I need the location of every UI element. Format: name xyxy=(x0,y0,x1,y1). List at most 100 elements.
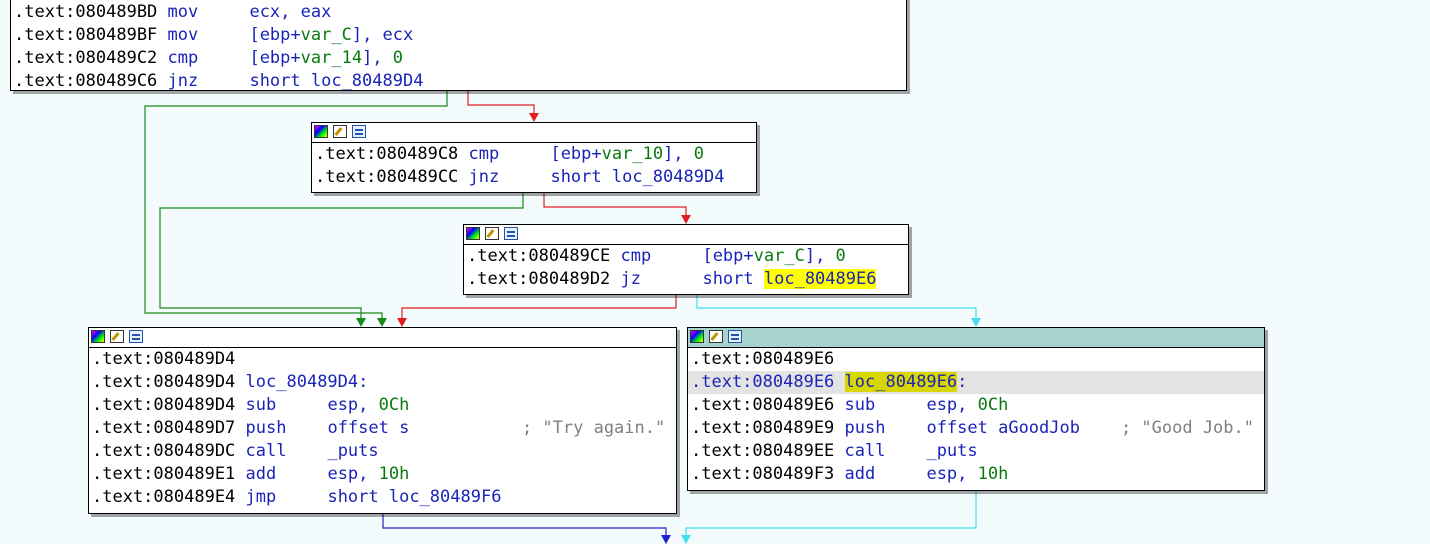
mnemonic[interactable]: jmp xyxy=(246,487,277,507)
mnemonic[interactable]: call xyxy=(845,441,886,461)
asm-line[interactable]: .text:080489E1 add esp, 10h xyxy=(89,463,676,486)
address[interactable]: .text:080489E6 xyxy=(691,349,834,369)
block-080489C8[interactable]: .text:080489C8 cmp [ebp+var_10], 0 .text:… xyxy=(311,122,757,193)
operand[interactable]: short loc_80489D4 xyxy=(249,71,423,91)
asm-line[interactable]: .text:080489D4 xyxy=(89,348,676,371)
mnemonic[interactable]: push xyxy=(246,418,287,438)
mnemonic[interactable]: mov xyxy=(168,2,199,22)
operand[interactable]: [ebp+ xyxy=(550,144,601,164)
operand[interactable]: esp, xyxy=(327,395,378,415)
operand[interactable]: ecx, eax xyxy=(249,2,331,22)
operand-var[interactable]: var_C xyxy=(301,25,352,45)
operand[interactable]: short xyxy=(702,269,763,289)
asm-line[interactable]: .text:080489E6 loc_80489E6: xyxy=(688,371,1264,394)
asm-line[interactable]: .text:080489E6 sub esp, 0Ch xyxy=(688,394,1264,417)
mnemonic[interactable]: cmp xyxy=(469,144,500,164)
asm-line[interactable]: .text:080489CE cmp [ebp+var_C], 0 xyxy=(464,245,908,268)
graph-icon[interactable] xyxy=(504,227,518,240)
edit-icon[interactable] xyxy=(110,330,124,343)
asm-line[interactable]: .text:080489E6 xyxy=(688,348,1264,371)
operand[interactable]: ], xyxy=(362,48,393,68)
operand[interactable]: offset s xyxy=(327,418,409,438)
operand-var[interactable]: var_10 xyxy=(602,144,663,164)
code-label[interactable]: loc_80489D4: xyxy=(246,372,369,392)
operand[interactable]: [ebp+ xyxy=(702,246,753,266)
asm-line[interactable]: .text:080489CC jnz short loc_80489D4 xyxy=(312,166,756,189)
address[interactable]: .text:080489E6 xyxy=(691,395,834,415)
mnemonic[interactable]: add xyxy=(845,464,876,484)
mnemonic[interactable]: jz xyxy=(621,269,641,289)
mnemonic[interactable]: push xyxy=(845,418,886,438)
graph-icon[interactable] xyxy=(352,125,366,138)
operand[interactable]: esp, xyxy=(926,464,977,484)
mnemonic[interactable]: add xyxy=(246,464,277,484)
operand-var[interactable]: var_C xyxy=(754,246,805,266)
operand-number[interactable]: 0 xyxy=(694,144,704,164)
operand-label-highlight[interactable]: loc_80489E6 xyxy=(763,269,877,289)
operand[interactable]: short loc_80489F6 xyxy=(327,487,501,507)
operand-number[interactable]: 10h xyxy=(379,464,410,484)
asm-line[interactable]: .text:080489E9 push offset aGoodJob ; "G… xyxy=(688,417,1264,440)
asm-line[interactable]: .text:080489C8 cmp [ebp+var_10], 0 xyxy=(312,143,756,166)
address[interactable]: .text:080489CE xyxy=(467,246,610,266)
asm-line[interactable]: .text:080489D2 jz short loc_80489E6 xyxy=(464,268,908,291)
address[interactable]: .text:080489EE xyxy=(691,441,834,461)
asm-line[interactable]: .text:080489D7 push offset s ; "Try agai… xyxy=(89,417,676,440)
asm-line[interactable]: .text:080489D4 sub esp, 0Ch xyxy=(89,394,676,417)
address[interactable]: .text:080489E1 xyxy=(92,464,235,484)
mnemonic[interactable]: jnz xyxy=(469,167,500,187)
color-icon[interactable] xyxy=(690,330,704,343)
operand[interactable]: short loc_80489D4 xyxy=(550,167,724,187)
address[interactable]: .text:080489E4 xyxy=(92,487,235,507)
asm-line[interactable]: .text:080489E4 jmp short loc_80489F6 xyxy=(89,486,676,509)
block-loc-80489E6[interactable]: .text:080489E6 .text:080489E6 loc_80489E6… xyxy=(687,327,1265,491)
label-colon[interactable]: : xyxy=(957,372,967,392)
address[interactable]: .text:080489C2 xyxy=(14,48,157,68)
asm-line[interactable]: .text:080489F3 add esp, 10h xyxy=(688,463,1264,486)
mnemonic[interactable]: cmp xyxy=(168,48,199,68)
address[interactable]: .text:080489F3 xyxy=(691,464,834,484)
operand[interactable]: [ebp+ xyxy=(249,48,300,68)
operand[interactable]: ], xyxy=(663,144,694,164)
address[interactable]: .text:080489CC xyxy=(315,167,458,187)
address[interactable]: .text:080489C8 xyxy=(315,144,458,164)
operand-number[interactable]: 10h xyxy=(978,464,1009,484)
address[interactable]: .text:080489D4 xyxy=(92,372,235,392)
operand[interactable]: _puts xyxy=(327,441,378,461)
mnemonic[interactable]: cmp xyxy=(621,246,652,266)
edit-icon[interactable] xyxy=(333,125,347,138)
asm-line[interactable]: .text:080489C2 cmp [ebp+var_14], 0 xyxy=(11,47,906,70)
edit-icon[interactable] xyxy=(709,330,723,343)
address[interactable]: .text:080489D7 xyxy=(92,418,235,438)
operand[interactable]: ], ecx xyxy=(352,25,413,45)
address[interactable]: .text:080489D2 xyxy=(467,269,610,289)
address[interactable]: .text:080489D4 xyxy=(92,395,235,415)
block-loc-80489D4[interactable]: .text:080489D4 .text:080489D4 loc_80489D4… xyxy=(88,327,677,514)
operand[interactable]: offset aGoodJob xyxy=(926,418,1080,438)
block-080489CE[interactable]: .text:080489CE cmp [ebp+var_C], 0 .text:0… xyxy=(463,224,909,295)
address[interactable]: .text:080489BF xyxy=(14,25,157,45)
graph-icon[interactable] xyxy=(129,330,143,343)
color-icon[interactable] xyxy=(314,125,328,138)
comment[interactable]: ; "Good Job." xyxy=(1121,418,1254,438)
operand-number[interactable]: 0 xyxy=(836,246,846,266)
asm-line[interactable]: .text:080489DC call _puts xyxy=(89,440,676,463)
color-icon[interactable] xyxy=(91,330,105,343)
asm-line[interactable]: .text:080489BF mov [ebp+var_C], ecx xyxy=(11,24,906,47)
operand[interactable]: esp, xyxy=(327,464,378,484)
mnemonic[interactable]: sub xyxy=(845,395,876,415)
graph-icon[interactable] xyxy=(728,330,742,343)
comment[interactable]: ; "Try again." xyxy=(522,418,665,438)
address[interactable]: .text:080489DC xyxy=(92,441,235,461)
color-icon[interactable] xyxy=(466,227,480,240)
asm-line[interactable]: .text:080489EE call _puts xyxy=(688,440,1264,463)
code-label[interactable]: loc_80489E6 xyxy=(844,372,958,392)
operand[interactable]: _puts xyxy=(926,441,977,461)
address[interactable]: .text:080489E6 xyxy=(691,372,834,392)
address[interactable]: .text:080489C6 xyxy=(14,71,157,91)
asm-line[interactable]: .text:080489BD mov ecx, eax xyxy=(11,1,906,24)
address[interactable]: .text:080489D4 xyxy=(92,349,235,369)
operand-number[interactable]: 0Ch xyxy=(978,395,1009,415)
address[interactable]: .text:080489BD xyxy=(14,2,157,22)
operand-var[interactable]: var_14 xyxy=(301,48,362,68)
